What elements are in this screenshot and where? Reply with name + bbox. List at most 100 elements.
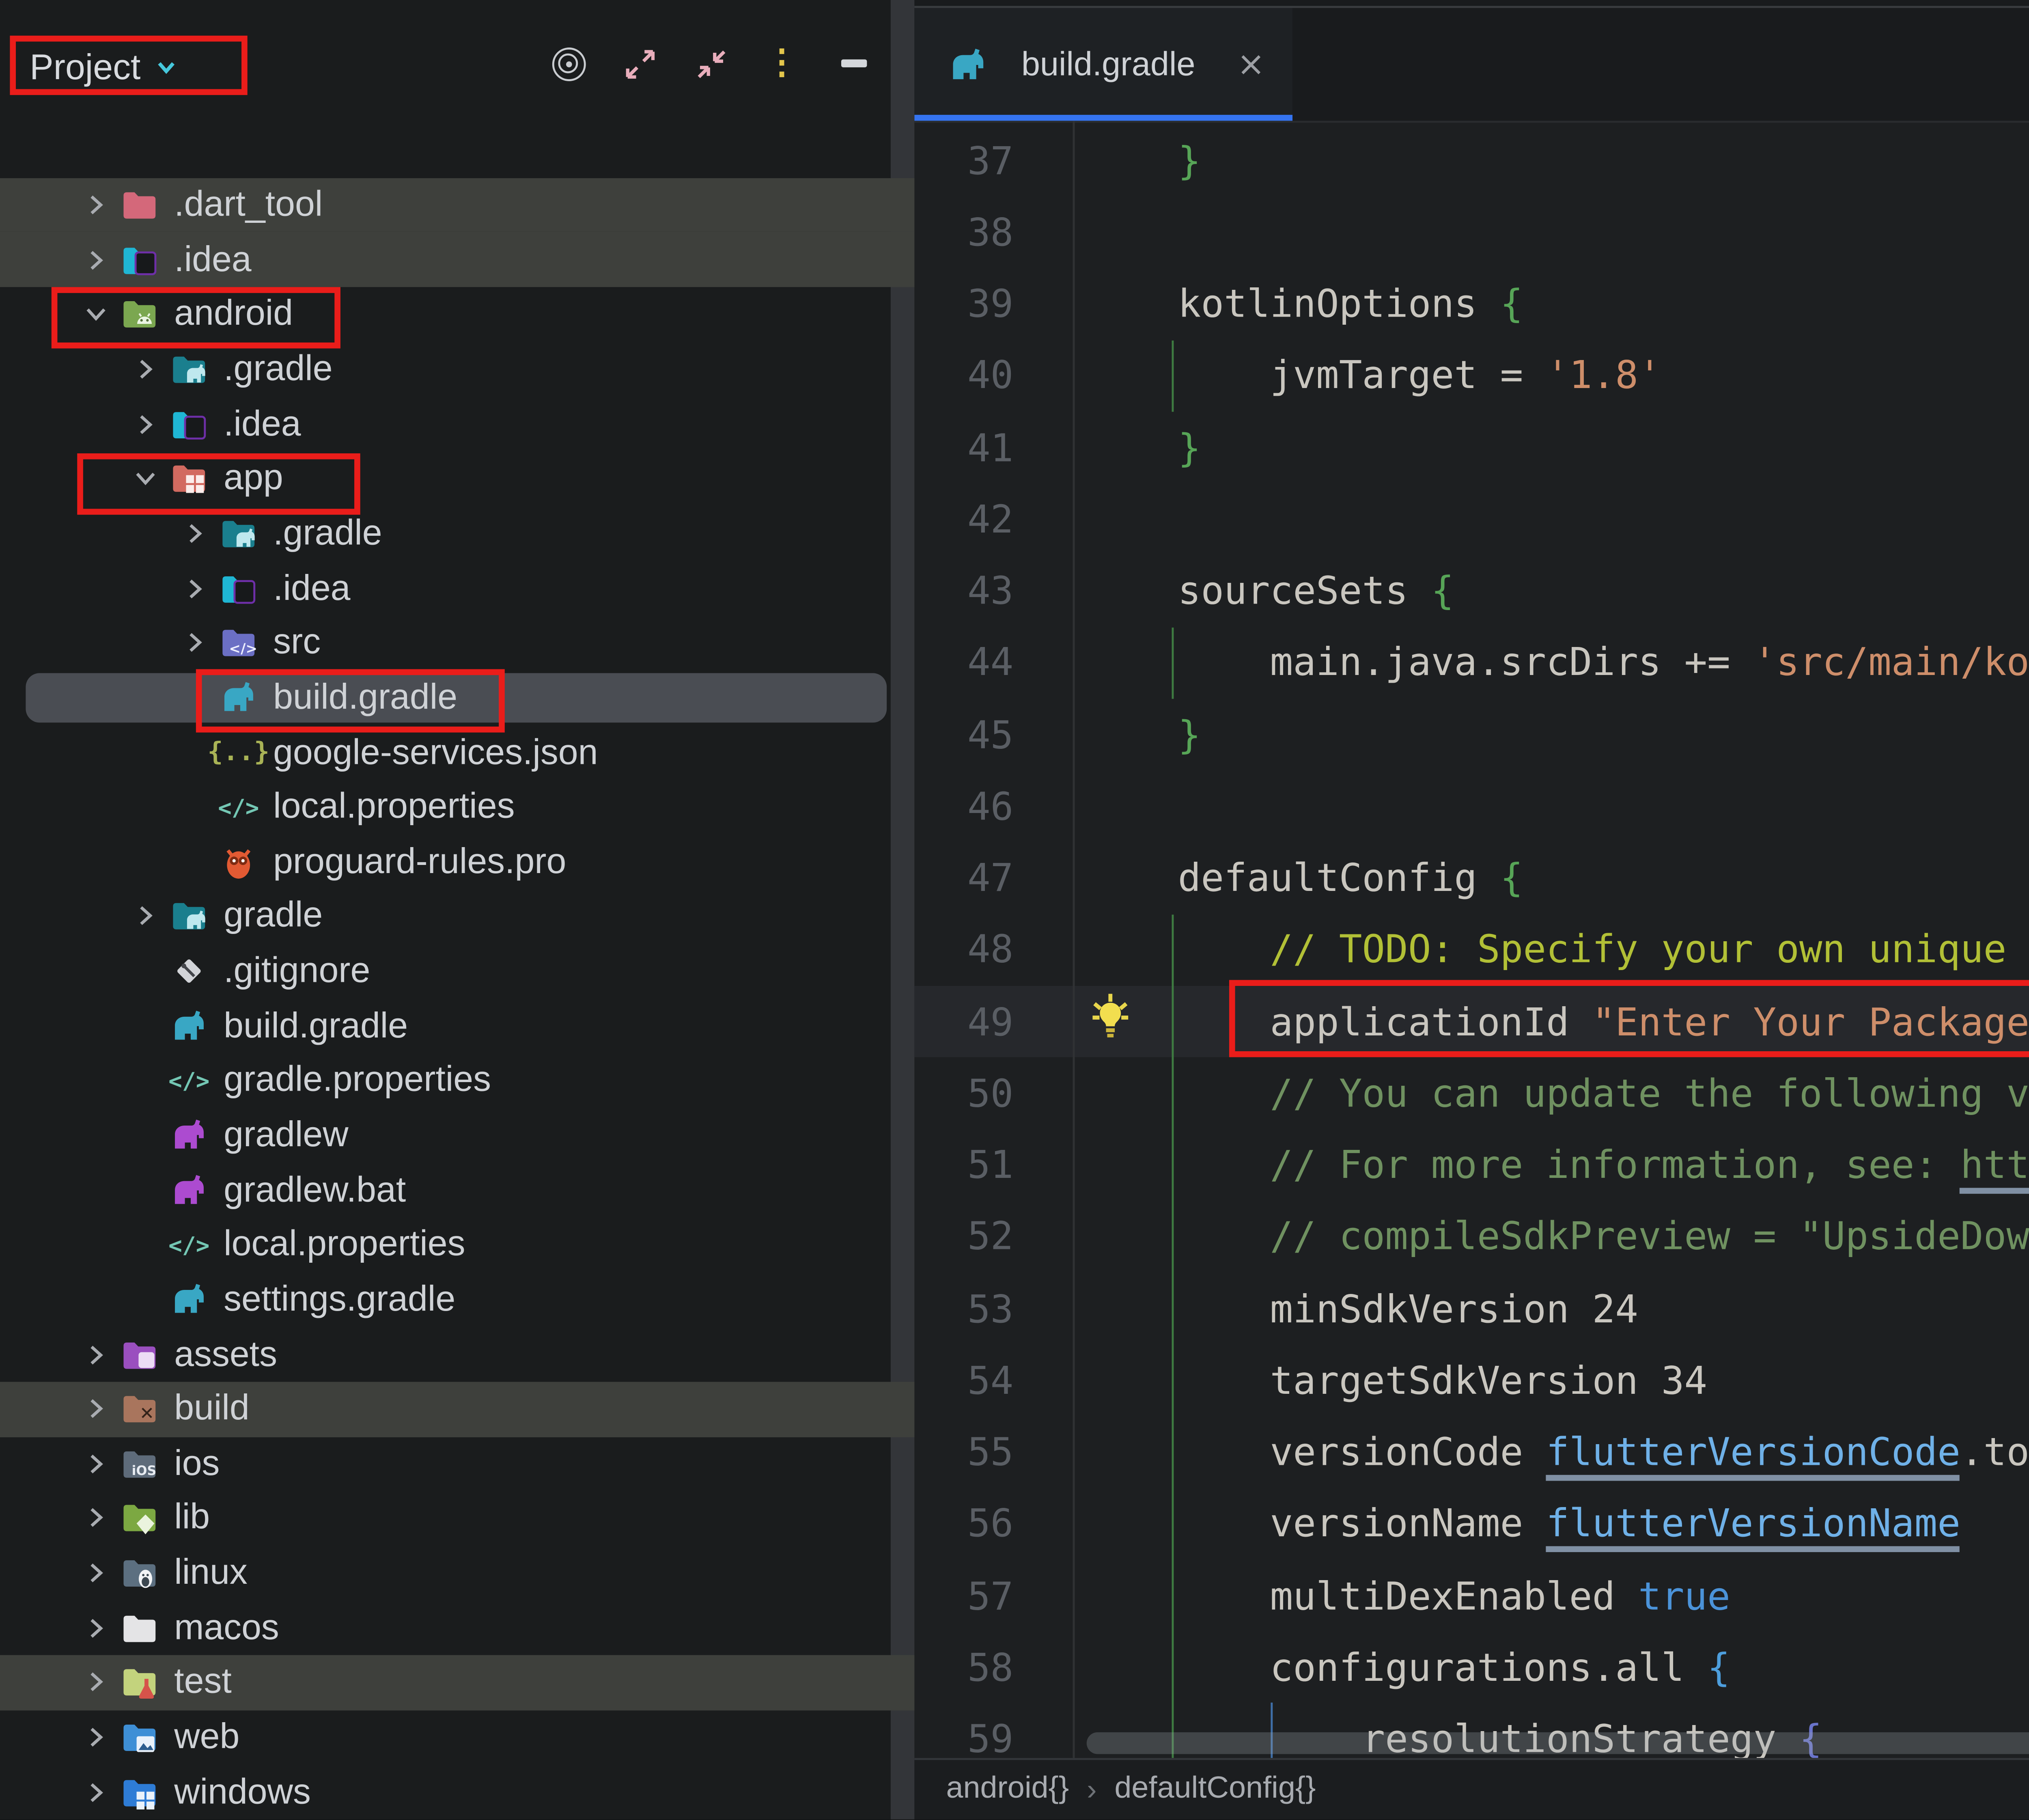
gradlew-file-icon: [170, 1117, 208, 1154]
tree-item-src[interactable]: </>src: [0, 616, 914, 671]
tree-item-assets[interactable]: assets: [0, 1327, 914, 1382]
tree-item-gradlew[interactable]: gradlew: [0, 1108, 914, 1163]
tree-item-label: .gradle: [273, 513, 382, 554]
chevron-right-icon[interactable]: [121, 413, 170, 435]
code-line-39[interactable]: 39 kotlinOptions {: [914, 268, 2029, 340]
tree-item-android[interactable]: android: [0, 287, 914, 342]
code-line-56[interactable]: 56 versionName flutterVersionName: [914, 1488, 2029, 1560]
code-line-38[interactable]: 38: [914, 196, 2029, 268]
chevron-right-icon[interactable]: [71, 1398, 121, 1420]
tree-item-label: gradlew: [224, 1115, 349, 1156]
folder-macos-icon: [121, 1609, 159, 1647]
chevron-right-icon[interactable]: [170, 577, 220, 599]
code-line-43[interactable]: 43 sourceSets {: [914, 555, 2029, 627]
chevron-right-icon[interactable]: [71, 1507, 121, 1529]
code-line-53[interactable]: 53 minSdkVersion 24: [914, 1273, 2029, 1345]
line-number: 42: [914, 496, 1013, 542]
tree-item-lib[interactable]: lib: [0, 1491, 914, 1546]
code-text: // You can update the following values t…: [1086, 1071, 2029, 1116]
expand-all-icon[interactable]: [622, 45, 657, 81]
tab-build-gradle[interactable]: build.gradle ×: [914, 8, 1292, 121]
breadcrumb-defaultconfig[interactable]: defaultConfig{}: [1114, 1772, 1316, 1808]
tree-item-web[interactable]: web: [0, 1710, 914, 1765]
code-line-57[interactable]: 57 multiDexEnabled true: [914, 1560, 2029, 1632]
tree-item-settings-gradle[interactable]: settings.gradle: [0, 1272, 914, 1327]
code-line-44[interactable]: 44 main.java.srcDirs += 'src/main/kotlin…: [914, 627, 2029, 699]
chevron-right-icon[interactable]: [71, 1781, 121, 1803]
tree-item-label: src: [273, 622, 321, 664]
tree-item--idea[interactable]: .idea: [0, 561, 914, 616]
chevron-down-icon[interactable]: [71, 304, 121, 326]
chevron-right-icon[interactable]: [71, 249, 121, 271]
chevron-right-icon[interactable]: [71, 1343, 121, 1365]
code-line-37[interactable]: 37 }: [914, 125, 2029, 196]
chevron-right-icon[interactable]: [71, 1617, 121, 1639]
locate-target-icon[interactable]: [550, 45, 586, 81]
tree-item-label: local.properties: [273, 786, 515, 828]
tree-item-label: local.properties: [224, 1224, 465, 1266]
tree-item-app[interactable]: app: [0, 451, 914, 506]
code-line-58[interactable]: 58 configurations.all {: [914, 1632, 2029, 1704]
tree-item-build-gradle[interactable]: build.gradle: [0, 998, 914, 1053]
code-line-42[interactable]: 42: [914, 483, 2029, 555]
project-view-selector[interactable]: Project: [30, 40, 178, 95]
chevron-right-icon[interactable]: [170, 632, 220, 654]
tree-item-gradlew-bat[interactable]: gradlew.bat: [0, 1163, 914, 1218]
chevron-right-icon[interactable]: [71, 1562, 121, 1584]
chevron-right-icon[interactable]: [170, 522, 220, 544]
chevron-right-icon[interactable]: [71, 194, 121, 216]
tree-item--dart-tool[interactable]: .dart_tool: [0, 178, 914, 233]
tree-item-local-properties[interactable]: </>local.properties: [0, 1218, 914, 1272]
tree-item-gradle[interactable]: gradle: [0, 889, 914, 944]
breadcrumb-android[interactable]: android{}: [946, 1772, 1069, 1808]
editor-panel: build.gradle × 37 }3839 kotlinOptions {4…: [914, 0, 2029, 1820]
tree-item-proguard-rules-pro[interactable]: proguard-rules.pro: [0, 835, 914, 889]
tree-item-build-gradle[interactable]: build.gradle: [0, 670, 914, 725]
tree-item-ios[interactable]: iOSios: [0, 1436, 914, 1491]
tree-item-local-properties[interactable]: </>local.properties: [0, 780, 914, 835]
tree-item-gradle-properties[interactable]: </>gradle.properties: [0, 1053, 914, 1108]
intention-lightbulb-icon[interactable]: [1089, 992, 1132, 1044]
tree-item--gradle[interactable]: .gradle: [0, 506, 914, 561]
tree-item-build[interactable]: ✕build: [0, 1382, 914, 1436]
tree-item-test[interactable]: test: [0, 1655, 914, 1710]
code-line-47[interactable]: 47 defaultConfig {: [914, 842, 2029, 914]
tree-item--gradle[interactable]: .gradle: [0, 342, 914, 397]
horizontal-scrollbar[interactable]: [1087, 1732, 2029, 1754]
tree-item--gitignore[interactable]: .gitignore: [0, 944, 914, 998]
code-line-50[interactable]: 50 // You can update the following value…: [914, 1057, 2029, 1129]
chevron-right-icon[interactable]: [121, 358, 170, 380]
project-panel: Project: [0, 0, 914, 1820]
chevron-right-icon[interactable]: [71, 1453, 121, 1475]
folder-linux-icon: [121, 1554, 159, 1592]
tree-item--idea[interactable]: .idea: [0, 233, 914, 287]
code-line-52[interactable]: 52 // compileSdkPreview = "UpsideDownCak…: [914, 1201, 2029, 1273]
code-area[interactable]: 37 }3839 kotlinOptions {40 jvmTarget = '…: [914, 121, 2029, 1758]
chevron-right-icon[interactable]: [71, 1672, 121, 1694]
code-line-45[interactable]: 45 }: [914, 699, 2029, 770]
code-line-46[interactable]: 46: [914, 770, 2029, 842]
chevron-right-icon[interactable]: [71, 1726, 121, 1748]
code-line-51[interactable]: 51 // For more information, see: https:/…: [914, 1129, 2029, 1201]
props-file-icon: </>: [170, 1062, 208, 1100]
folder-web-icon: [121, 1719, 159, 1756]
chevron-right-icon[interactable]: [121, 906, 170, 927]
tree-item--idea[interactable]: .idea: [0, 397, 914, 451]
code-line-55[interactable]: 55 versionCode flutterVersionCode.toInte…: [914, 1416, 2029, 1488]
line-number: 48: [914, 927, 1013, 973]
tree-item-macos[interactable]: macos: [0, 1600, 914, 1655]
tree-item-google-services-json[interactable]: {..}google-services.json: [0, 725, 914, 780]
more-options-icon[interactable]: ⋮: [764, 45, 800, 81]
code-line-48[interactable]: 48 // TODO: Specify your own unique Appl…: [914, 914, 2029, 986]
code-line-40[interactable]: 40 jvmTarget = '1.8': [914, 340, 2029, 412]
tree-item-linux[interactable]: linux: [0, 1546, 914, 1600]
collapse-all-icon[interactable]: [693, 45, 728, 81]
tree-item-label: build.gradle: [273, 677, 457, 718]
code-line-41[interactable]: 41 }: [914, 412, 2029, 483]
tab-close-icon[interactable]: ×: [1237, 45, 1265, 84]
hide-panel-icon[interactable]: [835, 45, 871, 81]
chevron-down-icon[interactable]: [121, 468, 170, 490]
code-line-54[interactable]: 54 targetSdkVersion 34: [914, 1345, 2029, 1417]
code-line-49[interactable]: 49 applicationId "Enter Your Package Nam…: [914, 985, 2029, 1057]
tree-item-windows[interactable]: windows: [0, 1765, 914, 1820]
